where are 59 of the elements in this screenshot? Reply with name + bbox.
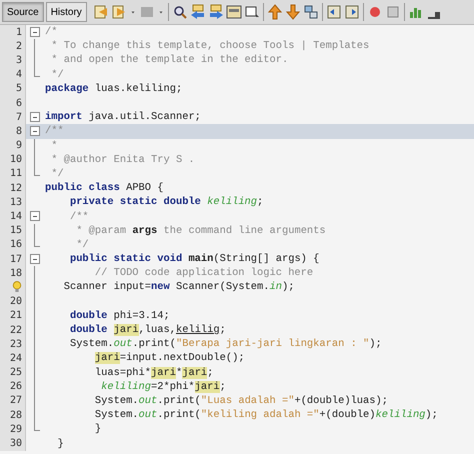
line-number: 12 (10, 182, 22, 194)
line-number: 13 (10, 196, 22, 208)
code-line: System.out.print("Luas adalah ="+(double)luas); (94, 394, 388, 407)
code-line: package luas.keliling; (45, 82, 182, 95)
line-number: 1 (16, 26, 22, 38)
line-number: 2 (16, 40, 22, 52)
code-line: public class APBO { (45, 182, 164, 194)
code-line: */ (50, 168, 64, 180)
editor-tab[interactable]: Source (2, 2, 44, 22)
code-line: double jari,luas,kelilig; (68, 324, 226, 336)
line-number: 5 (16, 83, 22, 94)
code-line: import java.util.Scanner; (45, 111, 201, 124)
code-line: System.out.print("keliling adalah ="+(double)keliling); (94, 409, 438, 422)
code-line: Scanner input=new Scanner(System.in); (62, 281, 294, 294)
editor-tab[interactable]: History (46, 2, 87, 22)
code-line: * To change this template, choose Tools | Templates (50, 40, 370, 52)
code-line: } (56, 438, 64, 450)
line-number: 22 (10, 324, 22, 336)
line-number: 23 (10, 338, 22, 350)
code-line: /** (68, 210, 89, 223)
code-line: jari=input.nextDouble(); (94, 352, 245, 364)
line-number: 6 (16, 98, 22, 109)
code-line: * (50, 140, 58, 152)
code-line: System.out.print("Berapa jari-jari lingkaran : "); (68, 338, 382, 350)
line-number: 27 (10, 395, 22, 406)
code-line: private static double keliling; (68, 196, 264, 208)
code-line: * @param args the command line arguments (75, 224, 326, 237)
line-number: 8 (16, 126, 22, 137)
code-line: */ (75, 238, 89, 251)
line-number: 25 (10, 367, 22, 378)
line-number: 14 (10, 211, 22, 222)
line-number: 16 (10, 239, 22, 250)
code-line: keliling=2*phi*jari; (100, 380, 226, 393)
line-number: 11 (10, 168, 22, 180)
line-number: 20 (10, 296, 22, 308)
line-number: 4 (16, 69, 22, 80)
code-line: } (94, 423, 102, 436)
code-line: // TODO code application logic here (94, 267, 314, 280)
line-number: 10 (10, 154, 22, 166)
code-line: public static void main(String[] args) { (68, 253, 320, 266)
code-line: * and open the template in the editor. (50, 54, 288, 66)
code-line: double phi=3.14; (68, 310, 170, 322)
code-line: /** (45, 125, 64, 138)
line-number: 30 (10, 438, 22, 450)
line-number: 17 (10, 254, 22, 265)
code-line: * @author Enita Try S . (50, 154, 195, 166)
line-number: 29 (10, 424, 22, 435)
line-number: 9 (16, 140, 22, 152)
line-number: 18 (10, 268, 22, 279)
line-number: 7 (16, 112, 22, 123)
line-number: 21 (10, 310, 22, 322)
line-number: 28 (10, 410, 22, 421)
line-number: 24 (10, 352, 22, 364)
line-number: 15 (10, 225, 22, 236)
line-number: 3 (16, 54, 22, 66)
code-line: luas=phi*jari*jari; (94, 366, 214, 379)
code-line: /* (45, 26, 58, 38)
line-number: 26 (10, 381, 22, 392)
code-line: */ (50, 68, 64, 81)
